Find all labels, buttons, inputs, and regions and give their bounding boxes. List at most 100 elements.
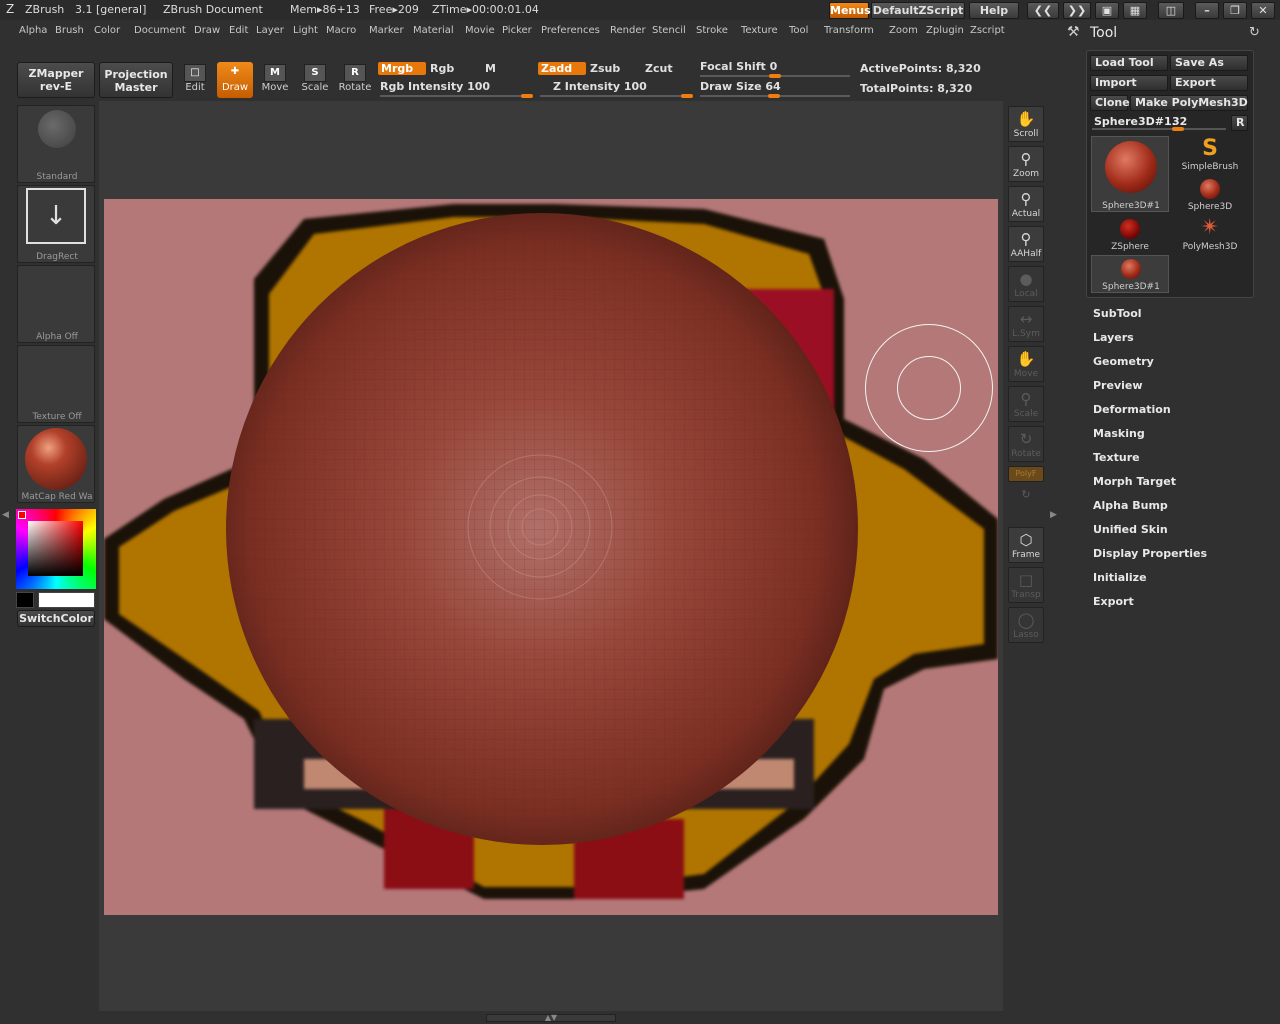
left-tray-arrow-icon[interactable]: ◀ [2,510,10,524]
draw-size-knob[interactable] [768,94,780,98]
polyf-button[interactable]: PolyF [1008,466,1044,482]
section-initialize[interactable]: Initialize [1093,571,1147,584]
clone-button[interactable]: Clone [1090,95,1130,111]
layout-alt-icon[interactable]: ▦ [1123,2,1147,19]
edit-mode-button[interactable]: □ Edit [177,62,213,98]
tool-thumb-sphere3d[interactable]: Sphere3D [1171,176,1249,216]
tool-thumb-simplebrush[interactable]: S SimpleBrush [1171,136,1249,176]
frame-button[interactable]: ⬡ Frame [1008,527,1044,563]
focal-shift-label[interactable]: Focal Shift 0 [700,60,777,73]
menu-zoom[interactable]: Zoom [889,25,918,36]
current-tool-slider[interactable]: Sphere3D#1. 32 [1090,114,1230,132]
export-button[interactable]: Export [1170,75,1248,91]
help-button[interactable]: Help [969,2,1019,19]
menu-render[interactable]: Render [610,25,646,36]
load-tool-button[interactable]: Load Tool [1090,55,1168,71]
xyz-rotate-icon[interactable]: ↻ [1008,486,1044,506]
menus-button[interactable]: Menus [829,2,871,19]
projection-master-button[interactable]: Projection Master [99,62,173,98]
section-preview[interactable]: Preview [1093,379,1143,392]
switch-color-button[interactable]: SwitchColor [17,610,95,627]
menu-stroke[interactable]: Stroke [696,25,728,36]
menu-picker[interactable]: Picker [502,25,532,36]
z-intensity-label[interactable]: Z Intensity 100 [553,80,647,93]
lock-icon[interactable]: ◫ [1158,2,1184,19]
section-display-properties[interactable]: Display Properties [1093,547,1207,560]
menu-color[interactable]: Color [94,25,120,36]
menu-material[interactable]: Material [413,25,454,36]
transp-button[interactable]: □ Transp [1008,567,1044,603]
secondary-color-swatch[interactable] [16,592,34,608]
mrgb-toggle[interactable]: Mrgb [378,62,426,75]
menu-draw[interactable]: Draw [194,25,220,36]
import-button[interactable]: Import [1090,75,1168,91]
move-mode-button[interactable]: M Move [257,62,293,98]
section-alpha-bump[interactable]: Alpha Bump [1093,499,1168,512]
move-view-button[interactable]: ✋ Move [1008,346,1044,382]
brush-selector[interactable]: Standard [17,105,95,183]
make-polymesh3d-button[interactable]: Make PolyMesh3D [1130,95,1248,111]
actual-button[interactable]: ⚲ Actual [1008,186,1044,222]
rgb-intensity-label[interactable]: Rgb Intensity 100 [380,80,490,93]
draw-mode-button[interactable]: ✚ Draw [217,62,253,98]
layout-icon[interactable]: ▣ [1095,2,1119,19]
draw-size-label[interactable]: Draw Size 64 [700,80,781,93]
menu-tool[interactable]: Tool [789,25,808,36]
tool-thumb-sphere3d-1[interactable]: Sphere3D#1 [1091,136,1169,212]
z-intensity-slider[interactable] [540,95,692,97]
save-as-button[interactable]: Save As [1170,55,1248,71]
section-subtool[interactable]: SubTool [1093,307,1142,320]
rgb-intensity-slider[interactable] [380,95,532,97]
current-tool-knob[interactable] [1172,127,1184,131]
section-geometry[interactable]: Geometry [1093,355,1154,368]
section-unified-skin[interactable]: Unified Skin [1093,523,1168,536]
rotate-mode-button[interactable]: R Rotate [337,62,373,98]
close-icon[interactable]: ✕ [1251,2,1275,19]
section-export[interactable]: Export [1093,595,1134,608]
menu-marker[interactable]: Marker [369,25,404,36]
section-deformation[interactable]: Deformation [1093,403,1171,416]
tool-thumb-polymesh3d[interactable]: ✴ PolyMesh3D [1171,216,1249,256]
m-toggle[interactable]: M [485,62,496,75]
main-color-swatch[interactable] [38,592,95,608]
scale-view-button[interactable]: ⚲ Scale [1008,386,1044,422]
color-picker-square[interactable] [28,521,83,576]
rgb-toggle[interactable]: Rgb [430,62,454,75]
menu-zplugin[interactable]: Zplugin [926,25,964,36]
section-texture[interactable]: Texture [1093,451,1140,464]
zoom-button[interactable]: ⚲ Zoom [1008,146,1044,182]
zsub-toggle[interactable]: Zsub [590,62,620,75]
menu-movie[interactable]: Movie [465,25,495,36]
r-button[interactable]: R [1231,115,1248,131]
canvas[interactable] [104,199,998,915]
restore-icon[interactable]: ❐ [1223,2,1247,19]
rgb-intensity-knob[interactable] [521,94,533,98]
menu-light[interactable]: Light [293,25,318,36]
stroke-selector[interactable]: ↓ DragRect [17,185,95,263]
scale-mode-button[interactable]: S Scale [297,62,333,98]
scroll-right-icon[interactable]: ❯❯ [1063,2,1091,19]
z-intensity-knob[interactable] [681,94,693,98]
zadd-toggle[interactable]: Zadd [538,62,586,75]
menu-layer[interactable]: Layer [256,25,284,36]
refresh-icon[interactable]: ↻ [1249,25,1260,40]
scroll-button[interactable]: ✋ Scroll [1008,106,1044,142]
section-morph-target[interactable]: Morph Target [1093,475,1176,488]
menu-stencil[interactable]: Stencil [652,25,686,36]
aahalf-button[interactable]: ⚲ AAHalf [1008,226,1044,262]
texture-selector[interactable]: Texture Off [17,345,95,423]
menu-macro[interactable]: Macro [326,25,356,36]
alpha-selector[interactable]: Alpha Off [17,265,95,343]
zcut-toggle[interactable]: Zcut [645,62,673,75]
section-masking[interactable]: Masking [1093,427,1145,440]
zmapper-button[interactable]: ZMapper rev-E [17,62,95,98]
menu-edit[interactable]: Edit [229,25,248,36]
section-layers[interactable]: Layers [1093,331,1134,344]
menu-brush[interactable]: Brush [55,25,84,36]
menu-document[interactable]: Document [134,25,186,36]
tool-thumb-zsphere[interactable]: ZSphere [1091,216,1169,256]
menu-preferences[interactable]: Preferences [541,25,600,36]
focal-shift-knob[interactable] [769,74,781,78]
menu-texture[interactable]: Texture [741,25,778,36]
lsym-button[interactable]: ↔ L.Sym [1008,306,1044,342]
